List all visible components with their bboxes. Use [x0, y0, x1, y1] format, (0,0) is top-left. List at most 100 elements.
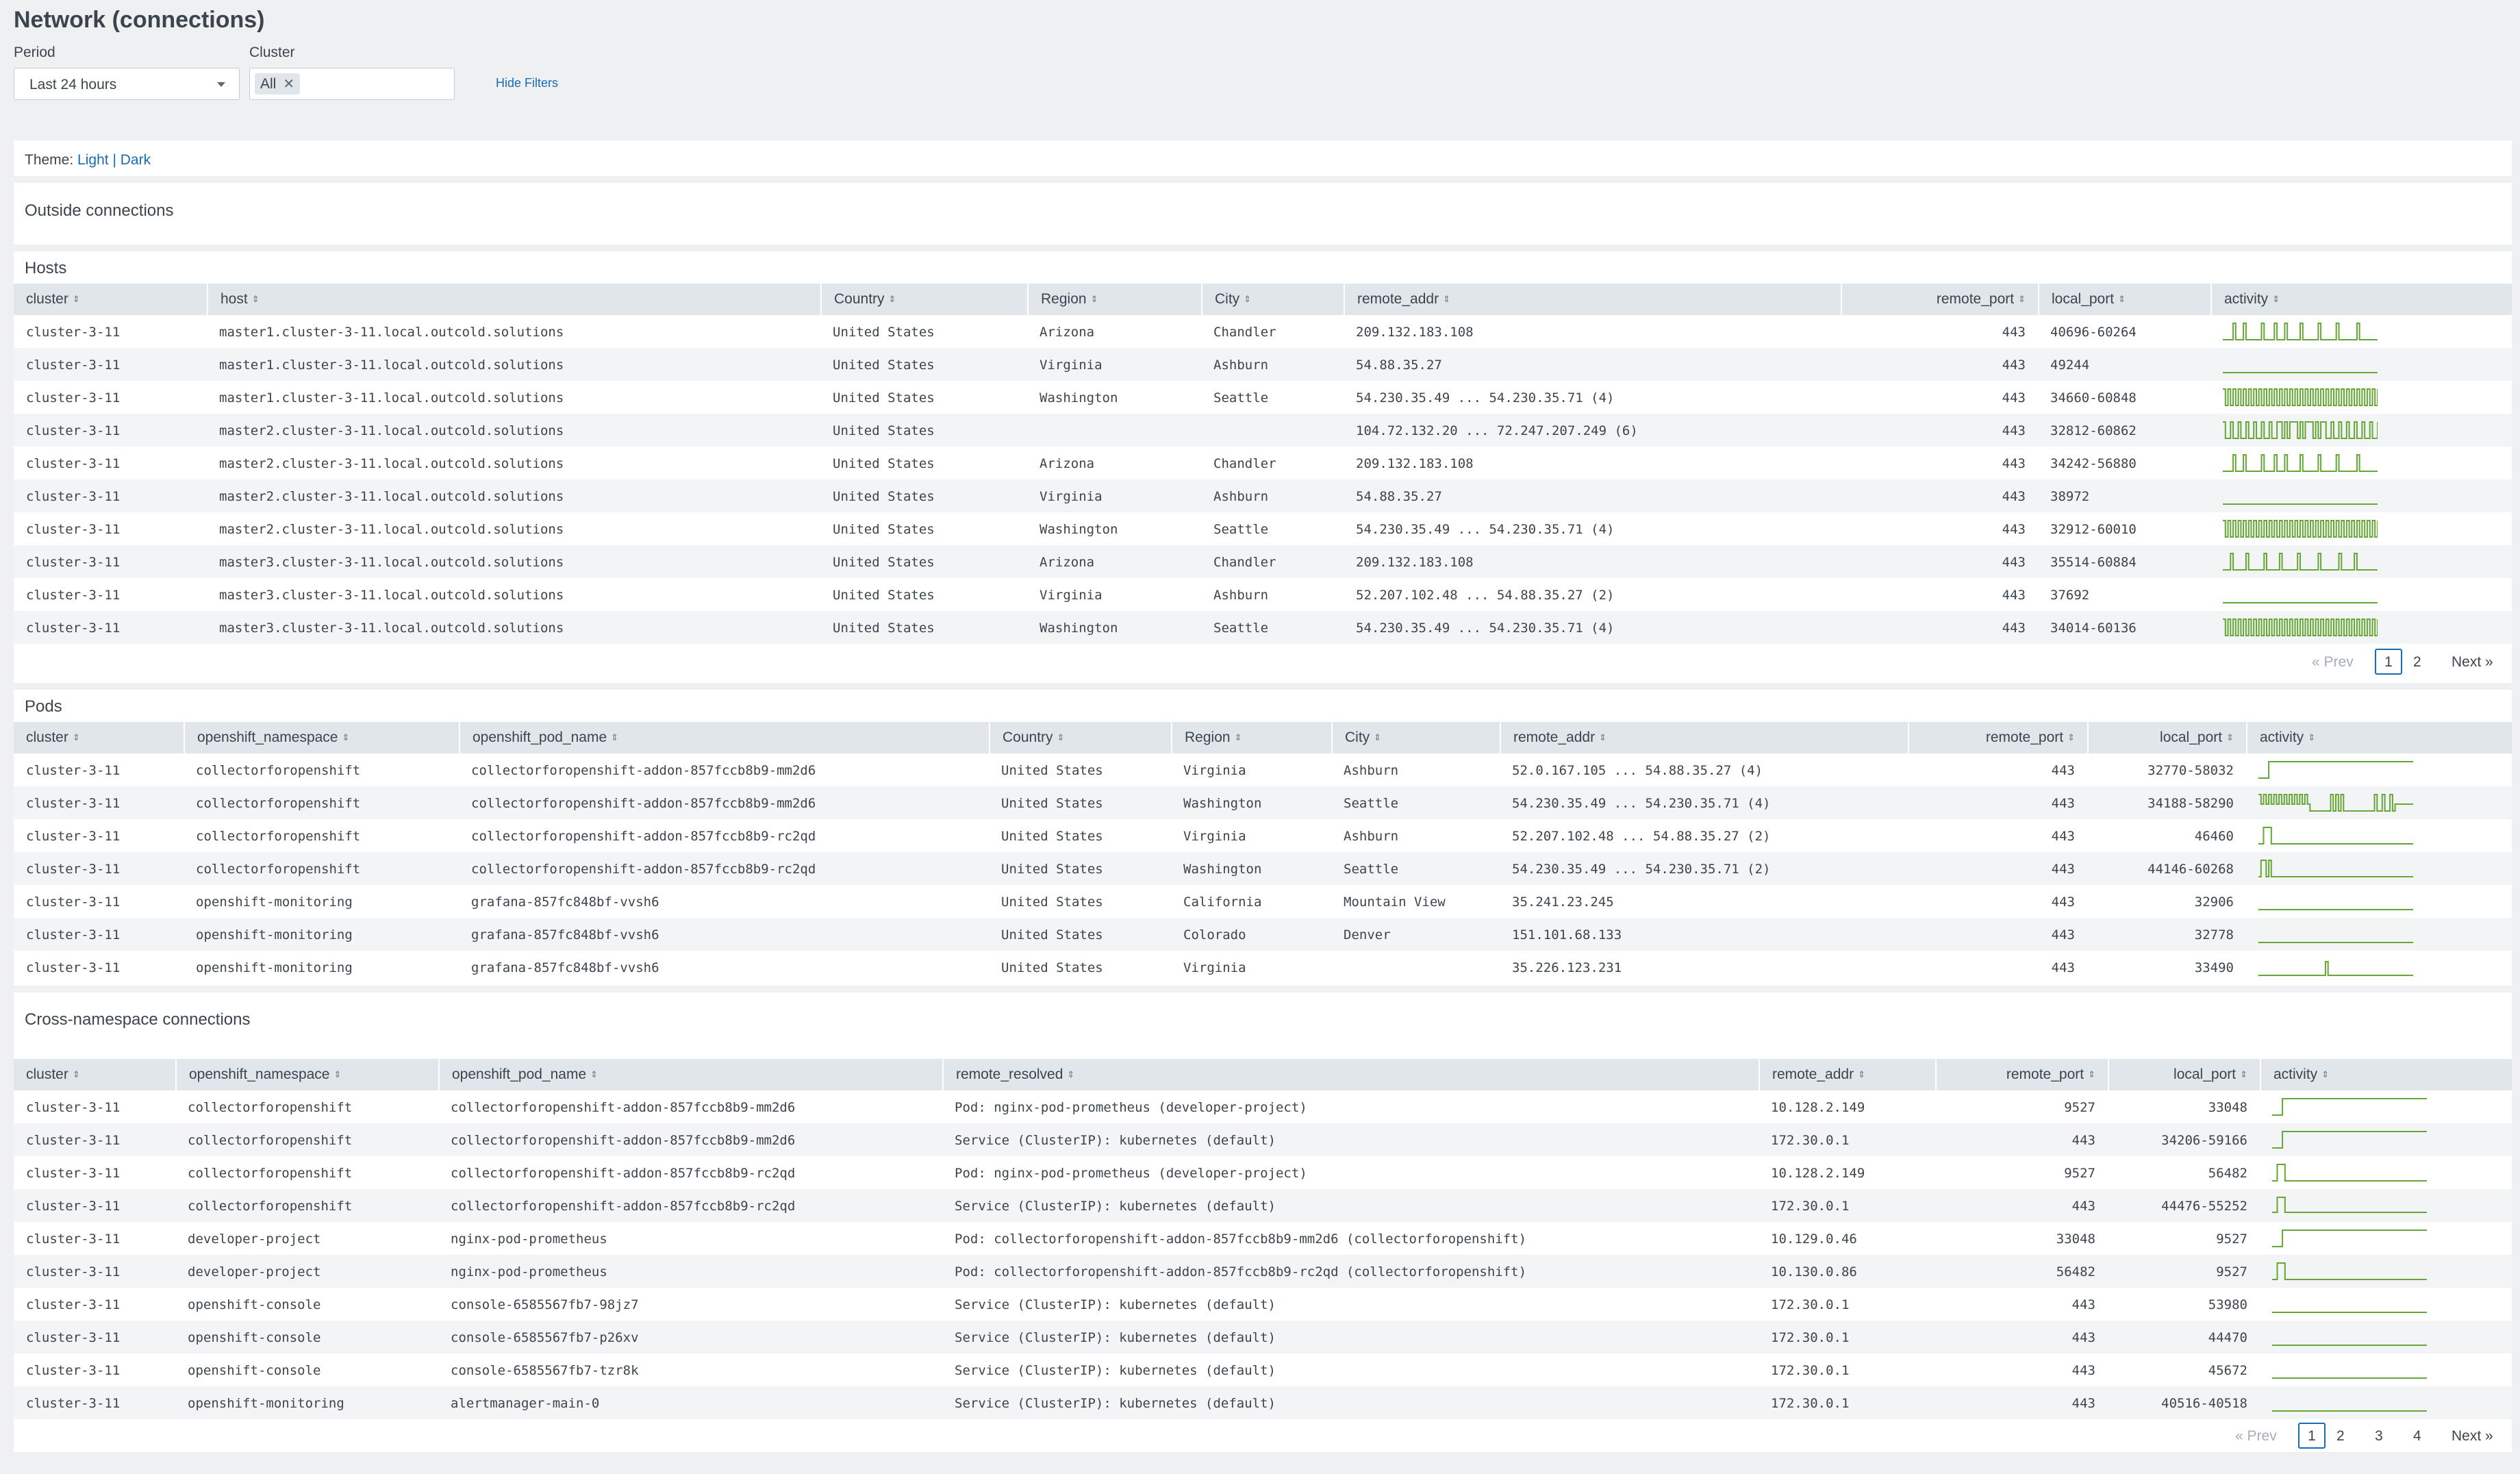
column-header-country[interactable]: Country ⇕: [989, 722, 1171, 753]
sort-icon[interactable]: ⇕: [2088, 1069, 2095, 1079]
column-header-activity[interactable]: activity ⇕: [2210, 284, 2512, 315]
table-row[interactable]: cluster-3-11 master1.cluster-3-11.local.o…: [14, 315, 2512, 348]
sort-icon[interactable]: ⇕: [1599, 732, 1606, 742]
table-row[interactable]: cluster-3-11 openshift-monitoring grafana-…: [14, 918, 2512, 951]
sort-icon[interactable]: ⇕: [333, 1069, 341, 1079]
table-row[interactable]: cluster-3-11 master2.cluster-3-11.local.o…: [14, 512, 2512, 545]
cell-remote-addr: 172.30.0.1: [1771, 1297, 1850, 1312]
cell-local-port: 9527: [2216, 1232, 2247, 1247]
table-row[interactable]: cluster-3-11 collectorforopenshift collect…: [14, 819, 2512, 852]
column-header-openshift-namespace[interactable]: openshift_namespace ⇕: [175, 1059, 438, 1090]
sort-icon[interactable]: ⇕: [2321, 1069, 2329, 1079]
pagination-next[interactable]: Next »: [2452, 1428, 2493, 1445]
sort-icon[interactable]: ⇕: [1244, 294, 1251, 304]
table-row[interactable]: cluster-3-11 openshift-monitoring alertman…: [14, 1386, 2512, 1419]
table-row[interactable]: cluster-3-11 master3.cluster-3-11.local.o…: [14, 611, 2512, 644]
column-header-region[interactable]: Region ⇕: [1027, 284, 1201, 315]
sort-icon[interactable]: ⇕: [1443, 294, 1450, 304]
sort-icon[interactable]: ⇕: [1091, 294, 1098, 304]
theme-dark-link[interactable]: Dark: [121, 152, 151, 168]
column-header-local-port[interactable]: local_port ⇕: [2087, 722, 2246, 753]
column-header-local-port[interactable]: local_port ⇕: [2038, 284, 2210, 315]
column-header-remote-port[interactable]: remote_port ⇕: [1908, 722, 2087, 753]
column-header-remote-port[interactable]: remote_port ⇕: [1841, 284, 2038, 315]
table-row[interactable]: cluster-3-11 master1.cluster-3-11.local.o…: [14, 348, 2512, 381]
column-header-cluster[interactable]: cluster ⇕: [14, 722, 184, 753]
column-header-cluster[interactable]: cluster ⇕: [14, 284, 207, 315]
sort-icon[interactable]: ⇕: [2067, 732, 2075, 742]
sort-icon[interactable]: ⇕: [342, 732, 349, 742]
table-row[interactable]: cluster-3-11 master1.cluster-3-11.local.o…: [14, 381, 2512, 414]
pagination-next[interactable]: Next »: [2452, 654, 2493, 671]
column-header-remote-port[interactable]: remote_port ⇕: [1935, 1059, 2108, 1090]
column-header-openshift-namespace[interactable]: openshift_namespace ⇕: [184, 722, 459, 753]
table-row[interactable]: cluster-3-11 developer-project nginx-pod-p…: [14, 1222, 2512, 1255]
period-dropdown[interactable]: Last 24 hours: [14, 68, 240, 100]
cell-openshift-pod-name: nginx-pod-prometheus: [451, 1232, 607, 1247]
sort-icon[interactable]: ⇕: [1374, 732, 1381, 742]
pagination-page-1[interactable]: 1: [2375, 649, 2402, 675]
pagination-page-2[interactable]: 2: [2336, 1428, 2345, 1445]
table-row[interactable]: cluster-3-11 collectorforopenshift collect…: [14, 753, 2512, 786]
table-row[interactable]: cluster-3-11 openshift-console console-658…: [14, 1288, 2512, 1321]
column-header-remote-resolved[interactable]: remote_resolved ⇕: [942, 1059, 1759, 1090]
table-row[interactable]: cluster-3-11 master2.cluster-3-11.local.o…: [14, 414, 2512, 447]
column-header-cluster[interactable]: cluster ⇕: [14, 1059, 175, 1090]
column-header-remote-addr[interactable]: remote_addr ⇕: [1500, 722, 1908, 753]
column-header-local-port[interactable]: local_port ⇕: [2108, 1059, 2260, 1090]
table-row[interactable]: cluster-3-11 collectorforopenshift collect…: [14, 1123, 2512, 1156]
column-header-remote-addr[interactable]: remote_addr ⇕: [1344, 284, 1841, 315]
table-row[interactable]: cluster-3-11 collectorforopenshift collect…: [14, 852, 2512, 885]
cluster-multiselect[interactable]: All ✕: [249, 68, 455, 100]
table-row[interactable]: cluster-3-11 collectorforopenshift collect…: [14, 1156, 2512, 1189]
sort-icon[interactable]: ⇕: [1858, 1069, 1865, 1079]
pagination-page-2[interactable]: 2: [2413, 654, 2421, 671]
table-row[interactable]: cluster-3-11 master3.cluster-3-11.local.o…: [14, 578, 2512, 611]
sort-icon[interactable]: ⇕: [73, 1069, 80, 1079]
sort-icon[interactable]: ⇕: [1067, 1069, 1074, 1079]
table-row[interactable]: cluster-3-11 master2.cluster-3-11.local.o…: [14, 479, 2512, 512]
table-row[interactable]: cluster-3-11 developer-project nginx-pod-p…: [14, 1255, 2512, 1288]
sort-icon[interactable]: ⇕: [1235, 732, 1242, 742]
column-header-openshift-pod-name[interactable]: openshift_pod_name ⇕: [459, 722, 989, 753]
sort-icon[interactable]: ⇕: [73, 294, 80, 304]
sort-icon[interactable]: ⇕: [1057, 732, 1065, 742]
sort-icon[interactable]: ⇕: [2240, 1069, 2247, 1079]
theme-light-link[interactable]: Light: [77, 152, 109, 168]
table-row[interactable]: cluster-3-11 openshift-monitoring grafana-…: [14, 885, 2512, 918]
sort-icon[interactable]: ⇕: [590, 1069, 598, 1079]
table-row[interactable]: cluster-3-11 collectorforopenshift collect…: [14, 1189, 2512, 1222]
column-header-activity[interactable]: activity ⇕: [2260, 1059, 2512, 1090]
pagination-page-1[interactable]: 1: [2298, 1423, 2326, 1449]
table-row[interactable]: cluster-3-11 collectorforopenshift collect…: [14, 786, 2512, 819]
column-header-country[interactable]: Country ⇕: [820, 284, 1027, 315]
sort-icon[interactable]: ⇕: [73, 732, 80, 742]
sort-icon[interactable]: ⇕: [252, 294, 260, 304]
cell-openshift-pod-name: grafana-857fc848bf-vvsh6: [471, 895, 659, 910]
hide-filters-link[interactable]: Hide Filters: [496, 76, 558, 90]
column-header-city[interactable]: City ⇕: [1331, 722, 1500, 753]
column-header-host[interactable]: host ⇕: [207, 284, 820, 315]
table-row[interactable]: cluster-3-11 openshift-console console-658…: [14, 1353, 2512, 1386]
column-header-openshift-pod-name[interactable]: openshift_pod_name ⇕: [438, 1059, 942, 1090]
cell-local-port: 40516-40518: [2161, 1396, 2247, 1411]
sort-icon[interactable]: ⇕: [2118, 294, 2126, 304]
sort-icon[interactable]: ⇕: [2018, 294, 2026, 304]
sort-icon[interactable]: ⇕: [2272, 294, 2280, 304]
pagination-page-4[interactable]: 4: [2413, 1428, 2421, 1445]
close-icon[interactable]: ✕: [283, 77, 294, 91]
pagination-page-3[interactable]: 3: [2375, 1428, 2383, 1445]
column-header-region[interactable]: Region ⇕: [1171, 722, 1331, 753]
table-row[interactable]: cluster-3-11 openshift-console console-658…: [14, 1321, 2512, 1353]
sort-icon[interactable]: ⇕: [611, 732, 618, 742]
column-header-remote-addr[interactable]: remote_addr ⇕: [1759, 1059, 1935, 1090]
column-header-city[interactable]: City ⇕: [1201, 284, 1344, 315]
table-row[interactable]: cluster-3-11 master2.cluster-3-11.local.o…: [14, 447, 2512, 479]
table-row[interactable]: cluster-3-11 collectorforopenshift collect…: [14, 1090, 2512, 1123]
sort-icon[interactable]: ⇕: [889, 294, 896, 304]
column-header-activity[interactable]: activity ⇕: [2246, 722, 2512, 753]
sort-icon[interactable]: ⇕: [2308, 732, 2315, 742]
table-row[interactable]: cluster-3-11 master3.cluster-3-11.local.o…: [14, 545, 2512, 578]
table-row[interactable]: cluster-3-11 openshift-monitoring grafana-…: [14, 951, 2512, 984]
sort-icon[interactable]: ⇕: [2226, 732, 2234, 742]
